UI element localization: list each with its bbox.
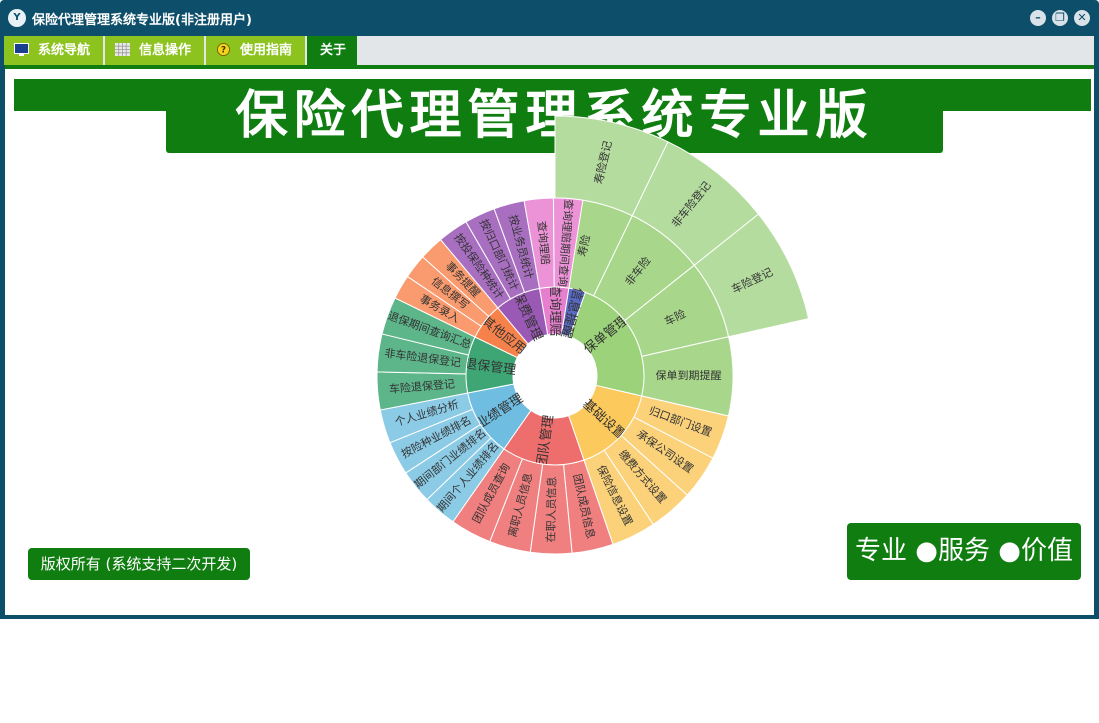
app-window: Y 保险代理管理系统专业版(非注册用户) – ❐ ✕ 系统导航 信息操作 ? 使… [0,0,1099,619]
sunburst-mid-label: 在职人员信息 [543,476,558,542]
function-sunburst: 保单管理寿险寿险登记非车险非车险登记车险车险登记保单到期提醒基础设置 归口部门设置… [376,115,810,555]
sunburst-mid-label: 保单到期提醒 [655,368,721,382]
